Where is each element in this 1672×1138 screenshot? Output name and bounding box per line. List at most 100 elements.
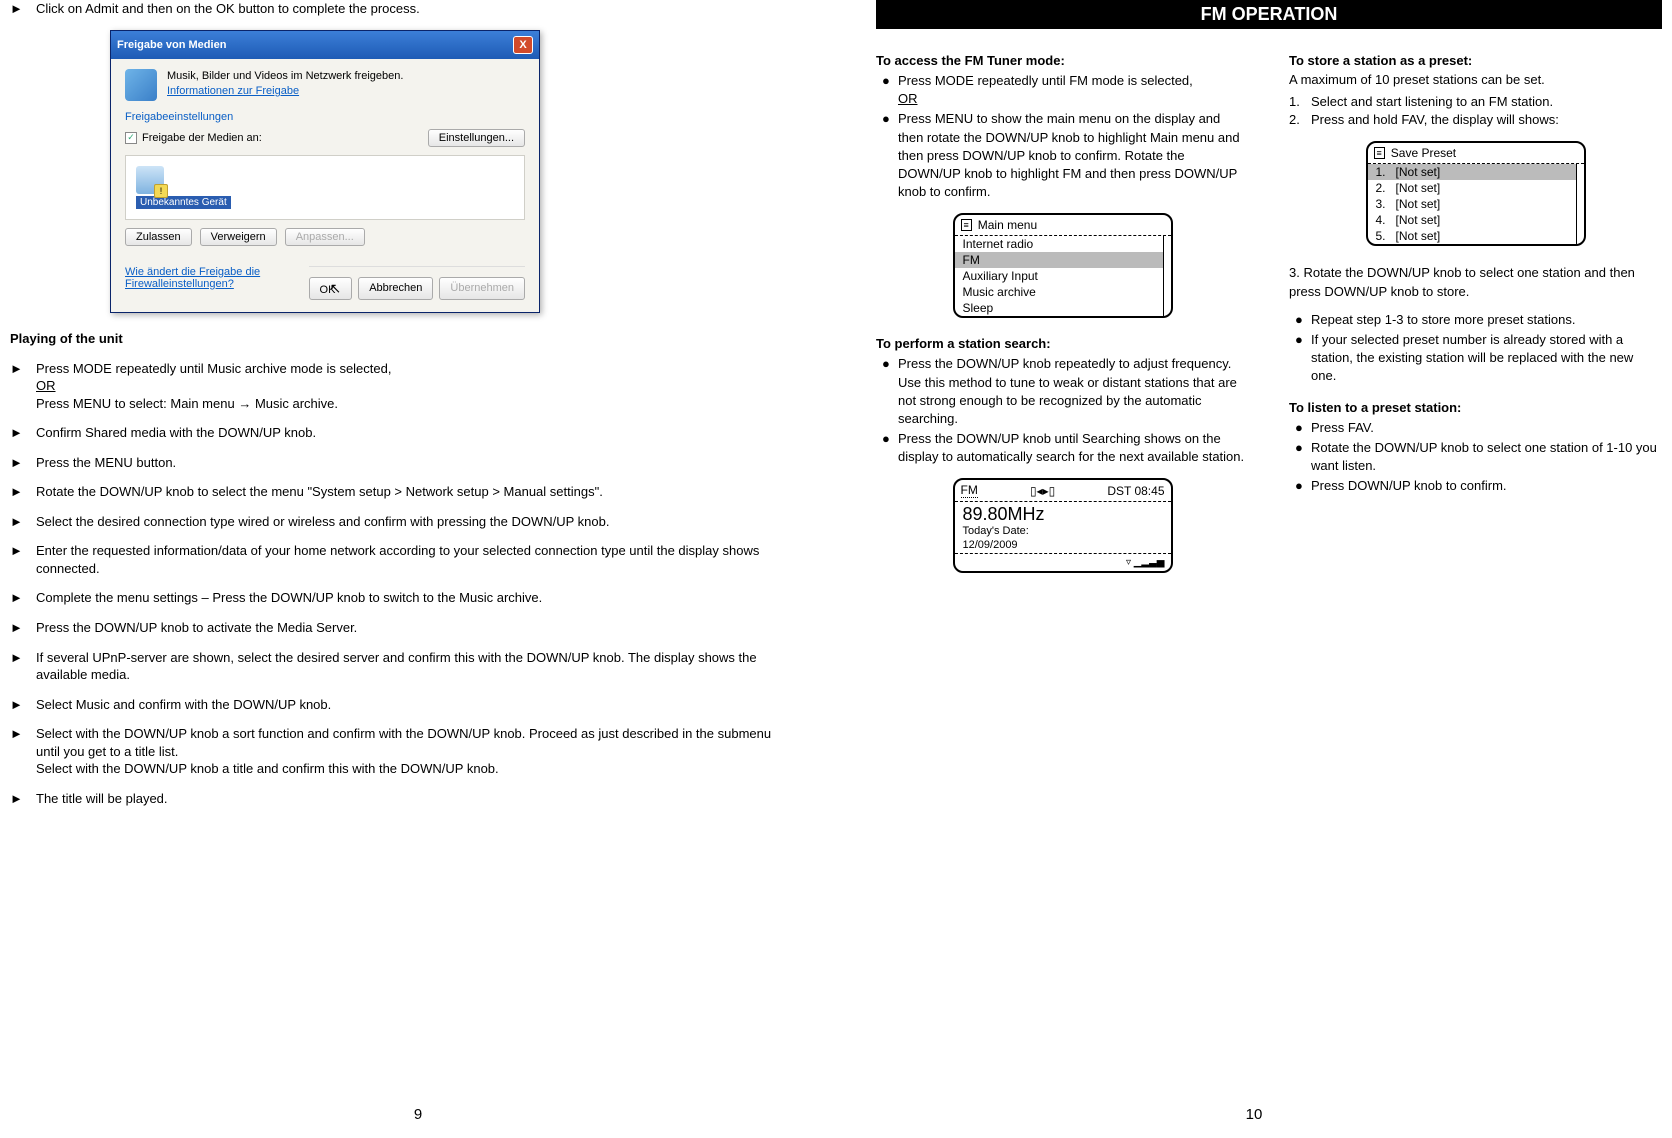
listen-preset-heading: To listen to a preset station:: [1289, 400, 1662, 415]
bullet-text: Press the DOWN/UP knob until Searching s…: [898, 430, 1249, 466]
allow-button[interactable]: Zulassen: [125, 228, 192, 246]
screen-header: ≡ Main menu: [955, 215, 1171, 236]
bullet-b4: ●Rotate the DOWN/UP knob to select one s…: [1289, 439, 1662, 475]
step-text: Press MODE repeatedly until Music archiv…: [36, 360, 796, 413]
menu-item: Music archive: [955, 284, 1163, 300]
bullet-a4: ●Press the DOWN/UP knob until Searching …: [876, 430, 1249, 466]
column-a: To access the FM Tuner mode: ● Press MOD…: [876, 53, 1249, 591]
dialog-footer: Wie ändert die Freigabe die Firewalleins…: [125, 256, 525, 300]
num-label: 1.: [1289, 93, 1311, 111]
dialog-top-row: Musik, Bilder und Videos im Netzwerk fre…: [125, 69, 525, 101]
b1a: Press MODE repeatedly until FM mode is s…: [898, 73, 1193, 88]
preset-num: 5.: [1376, 229, 1386, 243]
dot-icon: ●: [1289, 311, 1311, 329]
bullet-arrow: ►: [10, 649, 36, 684]
fm-screen-header: FM ▯◂▸▯ DST 08:45: [955, 480, 1171, 502]
num-text: Press and hold FAV, the display will sho…: [1311, 111, 1559, 129]
fm-mode-label: FM: [961, 483, 978, 498]
bullet-arrow: ►: [10, 0, 36, 18]
stereo-icon: ▯◂▸▯: [1030, 484, 1055, 498]
preset-val: [Not set]: [1396, 197, 1441, 211]
dialog-desc: Musik, Bilder und Videos im Netzwerk fre…: [167, 69, 403, 84]
num-3-text: 3. Rotate the DOWN/UP knob to select one…: [1289, 264, 1662, 300]
bullet-text: Press DOWN/UP knob to confirm.: [1311, 477, 1662, 495]
step-text: Confirm Shared media with the DOWN/UP kn…: [36, 424, 796, 442]
device-list: Unbekanntes Gerät: [125, 155, 525, 220]
screen-content: 1.[Not set] 2.[Not set] 3.[Not set] 4.[N…: [1368, 164, 1576, 244]
bullet-text: Rotate the DOWN/UP knob to select one st…: [1311, 439, 1662, 475]
dialog-section-link: Freigabeeinstellungen: [125, 111, 525, 123]
bullet-a1: ● Press MODE repeatedly until FM mode is…: [876, 72, 1249, 108]
dot-icon: ●: [876, 355, 898, 428]
bullet-text: Press the DOWN/UP knob repeatedly to adj…: [898, 355, 1249, 428]
bullet-a3: ●Press the DOWN/UP knob repeatedly to ad…: [876, 355, 1249, 428]
instruction-line: ► Click on Admit and then on the OK butt…: [10, 0, 796, 18]
bullet-text: Press MODE repeatedly until FM mode is s…: [898, 72, 1249, 108]
step-5: ►Select the desired connection type wire…: [10, 513, 796, 531]
settings-button[interactable]: Einstellungen...: [428, 129, 525, 147]
fm-footer: ▿ ▁▂▃▅: [955, 553, 1171, 571]
cursor-icon: ↖: [329, 280, 341, 296]
device-item[interactable]: Unbekanntes Gerät: [136, 166, 514, 209]
menu-item: Sleep: [955, 300, 1163, 316]
step-11b: Select with the DOWN/UP knob a title and…: [36, 761, 499, 776]
dot-icon: ●: [1289, 419, 1311, 437]
firewall-link[interactable]: Wie ändert die Freigabe die Firewalleins…: [125, 266, 309, 290]
preset-val: [Not set]: [1396, 229, 1441, 243]
access-fm-heading: To access the FM Tuner mode:: [876, 53, 1249, 68]
dialog-screenshot: Freigabe von Medien X Musik, Bilder und …: [110, 30, 796, 313]
step-1c-post: Music archive.: [255, 396, 338, 411]
dialog-window: Freigabe von Medien X Musik, Bilder und …: [110, 30, 540, 313]
deny-button[interactable]: Verweigern: [200, 228, 277, 246]
cancel-button[interactable]: Abbrechen: [358, 277, 433, 300]
bullet-arrow: ►: [10, 542, 36, 577]
screen-content: Internet radio FM Auxiliary Input Music …: [955, 236, 1163, 316]
preset-val: [Not set]: [1396, 165, 1441, 179]
fm-date: 12/09/2009: [955, 539, 1171, 553]
b1b: OR: [898, 91, 918, 106]
step-11a: Select with the DOWN/UP knob a sort func…: [36, 726, 771, 759]
preset-row: 4.[Not set]: [1368, 212, 1576, 228]
step-1c-pre: Press MENU to select: Main menu: [36, 396, 235, 411]
share-checkbox[interactable]: Freigabe der Medien an:: [125, 132, 262, 144]
step-text: Press the DOWN/UP knob to activate the M…: [36, 619, 796, 637]
bullet-arrow: ►: [10, 483, 36, 501]
screen-body-wrap: 1.[Not set] 2.[Not set] 3.[Not set] 4.[N…: [1368, 164, 1584, 244]
dialog-info-link[interactable]: Informationen zur Freigabe: [167, 85, 299, 97]
fm-date-label: Today's Date:: [955, 525, 1171, 539]
bullet-arrow: ►: [10, 589, 36, 607]
step-1: ► Press MODE repeatedly until Music arch…: [10, 360, 796, 413]
arrow-icon: →: [238, 396, 255, 411]
save-preset-screen: ≡ Save Preset 1.[Not set] 2.[Not set] 3.…: [1366, 141, 1586, 246]
bullet-text: Repeat step 1-3 to store more preset sta…: [1311, 311, 1662, 329]
dot-icon: ●: [876, 110, 898, 201]
bullet-text: Press MENU to show the main menu on the …: [898, 110, 1249, 201]
scrollbar-icon: [1576, 164, 1584, 244]
ok-button[interactable]: OK↖: [309, 277, 353, 300]
step-12: ►The title will be played.: [10, 790, 796, 808]
checkbox-label: Freigabe der Medien an:: [142, 132, 262, 144]
step-1a: Press MODE repeatedly until Music archiv…: [36, 361, 391, 376]
apply-button: Übernehmen: [439, 277, 525, 300]
close-icon[interactable]: X: [513, 36, 533, 54]
step-8: ►Press the DOWN/UP knob to activate the …: [10, 619, 796, 637]
step-2: ►Confirm Shared media with the DOWN/UP k…: [10, 424, 796, 442]
step-1b: OR: [36, 378, 56, 393]
preset-num: 2.: [1376, 181, 1386, 195]
dialog-footer-buttons: OK↖ Abbrechen Übernehmen: [309, 266, 525, 300]
step-text: The title will be played.: [36, 790, 796, 808]
num-1: 1.Select and start listening to an FM st…: [1289, 93, 1662, 111]
dialog-titlebar: Freigabe von Medien X: [111, 31, 539, 59]
preset-row-selected: 1.[Not set]: [1368, 164, 1576, 180]
screen-header: ≡ Save Preset: [1368, 143, 1584, 164]
step-10: ►Select Music and confirm with the DOWN/…: [10, 696, 796, 714]
bullet-b2: ●If your selected preset number is alrea…: [1289, 331, 1662, 386]
scrollbar-icon: [1163, 236, 1171, 316]
fm-operation-header: FM OPERATION: [876, 0, 1662, 29]
num-label: 2.: [1289, 111, 1311, 129]
two-column-layout: To access the FM Tuner mode: ● Press MOD…: [876, 53, 1662, 591]
dot-icon: ●: [1289, 439, 1311, 475]
fm-frequency: 89.80MHz: [955, 502, 1171, 525]
bullet-text: If your selected preset number is alread…: [1311, 331, 1662, 386]
list-icon: ≡: [1374, 147, 1385, 159]
